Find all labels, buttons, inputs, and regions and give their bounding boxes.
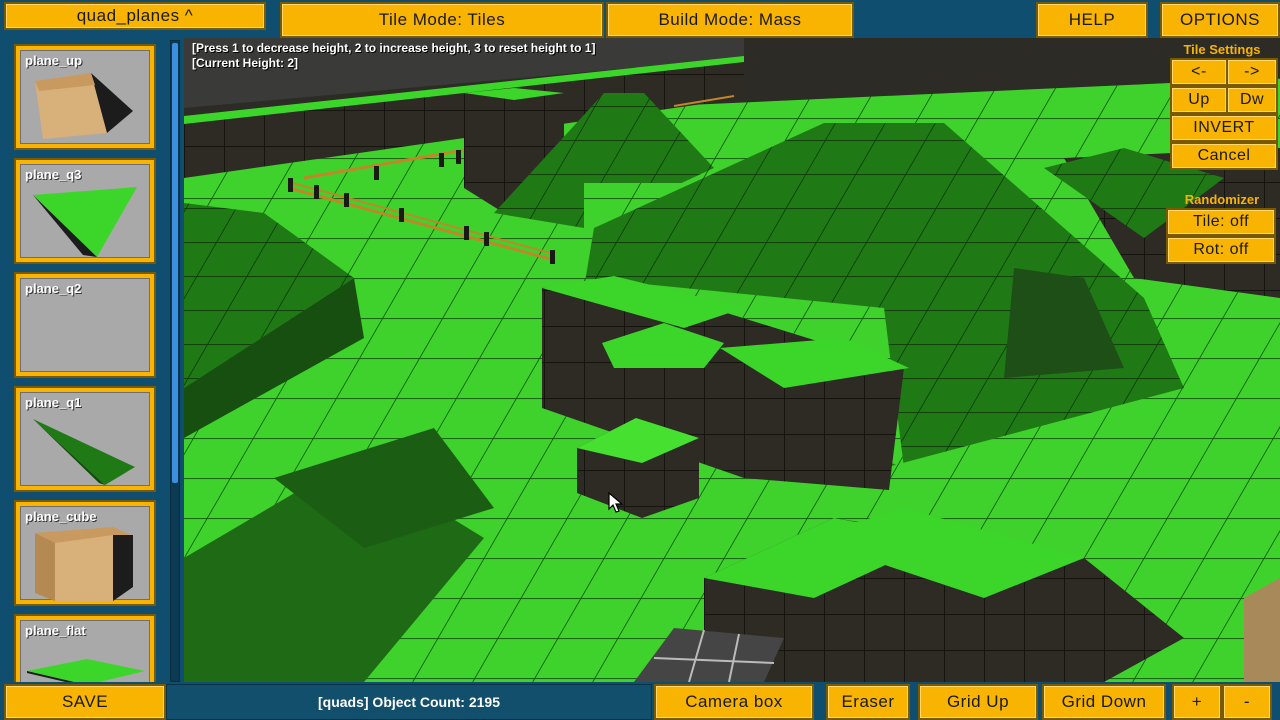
- height-down-button[interactable]: Dw: [1226, 86, 1278, 114]
- help-button[interactable]: HELP: [1036, 2, 1148, 38]
- tile-label: plane_q2: [25, 281, 82, 296]
- next-tile-button[interactable]: ->: [1226, 58, 1278, 86]
- tile-plane-flat[interactable]: plane_flat: [14, 614, 156, 682]
- random-tile-toggle[interactable]: Tile: off: [1166, 208, 1276, 236]
- zoom-in-button[interactable]: +: [1172, 684, 1222, 720]
- tileset-selector[interactable]: quad_planes ^: [4, 2, 266, 30]
- level-viewport[interactable]: [Press 1 to decrease height, 2 to increa…: [184, 38, 1280, 682]
- randomizer-title: Randomizer: [1184, 192, 1260, 207]
- build-mode-button[interactable]: Build Mode: Mass: [606, 2, 854, 38]
- cancel-button[interactable]: Cancel: [1170, 142, 1278, 170]
- save-button[interactable]: SAVE: [4, 684, 166, 720]
- options-button[interactable]: OPTIONS: [1160, 2, 1280, 38]
- tile-label: plane_q1: [25, 395, 82, 410]
- tile-settings-title: Tile Settings: [1183, 42, 1261, 57]
- palette-scrollbar[interactable]: [170, 40, 180, 682]
- mouse-cursor-icon: [608, 492, 624, 513]
- eraser-button[interactable]: Eraser: [826, 684, 910, 720]
- invert-button[interactable]: INVERT: [1170, 114, 1278, 142]
- tile-plane-q3[interactable]: plane_q3: [14, 158, 156, 264]
- tile-palette: plane_up plane_q3 plane_q2 plane_q1 plan…: [6, 38, 166, 682]
- tile-plane-q2[interactable]: plane_q2: [14, 272, 156, 378]
- height-hint-line1: [Press 1 to decrease height, 2 to increa…: [192, 41, 596, 55]
- palette-scroll-thumb[interactable]: [172, 43, 178, 483]
- tile-plane-up[interactable]: plane_up: [14, 44, 156, 150]
- random-rotation-toggle[interactable]: Rot: off: [1166, 236, 1276, 264]
- tile-plane-cube[interactable]: plane_cube: [14, 500, 156, 606]
- height-hint-line2: [Current Height: 2]: [192, 56, 298, 70]
- grid-down-button[interactable]: Grid Down: [1042, 684, 1166, 720]
- tile-label: plane_cube: [25, 509, 97, 524]
- tile-label: plane_flat: [25, 623, 86, 638]
- zoom-out-button[interactable]: -: [1222, 684, 1272, 720]
- object-count-status: [quads] Object Count: 2195: [166, 684, 652, 720]
- tile-mode-button[interactable]: Tile Mode: Tiles: [280, 2, 604, 38]
- tile-label: plane_q3: [25, 167, 82, 182]
- grid-up-button[interactable]: Grid Up: [918, 684, 1038, 720]
- level-scene: [184, 38, 1280, 682]
- camera-box-button[interactable]: Camera box: [654, 684, 814, 720]
- tile-label: plane_up: [25, 53, 83, 68]
- tile-plane-q1[interactable]: plane_q1: [14, 386, 156, 492]
- prev-tile-button[interactable]: <-: [1170, 58, 1228, 86]
- height-up-button[interactable]: Up: [1170, 86, 1228, 114]
